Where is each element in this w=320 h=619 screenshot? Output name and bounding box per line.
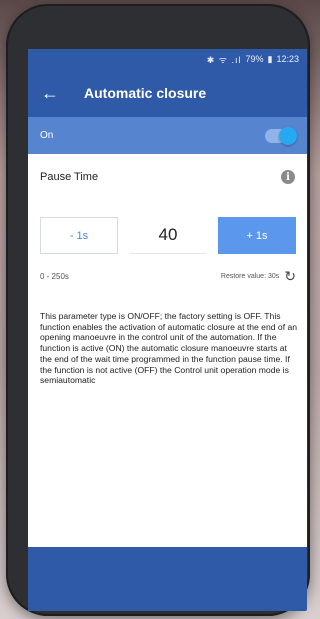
pause-time-value[interactable]: 40 <box>130 217 206 254</box>
battery-level: 79% <box>245 54 264 64</box>
toggle-knob <box>279 126 297 145</box>
app-screen: ✱ ᯤ .ıl 79% ▮ 12:23 ← Automatic closure … <box>28 49 307 611</box>
bottom-bar <box>28 547 307 611</box>
signal-icons: ✱ ᯤ .ıl <box>206 54 242 65</box>
status-bar: ✱ ᯤ .ıl 79% ▮ 12:23 <box>28 49 307 69</box>
decrement-button[interactable]: - 1s <box>40 217 118 254</box>
restore-icon[interactable]: ↻ <box>284 268 296 285</box>
restore-label: Restore value: 30s <box>220 272 280 280</box>
info-icon[interactable]: i <box>281 170 295 184</box>
parameter-name: Pause Time <box>40 171 99 183</box>
page-title: Automatic closure <box>84 85 207 101</box>
range-label: 0 - 250s <box>40 271 69 281</box>
battery-icon: ▮ <box>267 53 273 64</box>
pause-time-stepper: - 1s 40 + 1s <box>40 217 296 254</box>
clock: 12:23 <box>276 54 299 64</box>
parameter-description: This parameter type is ON/OFF; the facto… <box>40 311 298 386</box>
phone-frame: ✱ ᯤ .ıl 79% ▮ 12:23 ← Automatic closure … <box>6 4 310 616</box>
on-toggle-label: On <box>40 130 54 141</box>
app-bar: ← Automatic closure <box>28 69 307 117</box>
range-row: 0 - 250s Restore value: 30s ↻ <box>40 267 296 285</box>
increment-button[interactable]: + 1s <box>218 217 296 254</box>
on-toggle-switch[interactable] <box>265 126 297 145</box>
restore-value[interactable]: Restore value: 30s ↻ <box>221 268 296 285</box>
on-toggle-row[interactable]: On <box>28 117 307 154</box>
parameter-row: Pause Time i <box>28 161 307 193</box>
back-arrow-icon[interactable]: ← <box>30 69 70 117</box>
